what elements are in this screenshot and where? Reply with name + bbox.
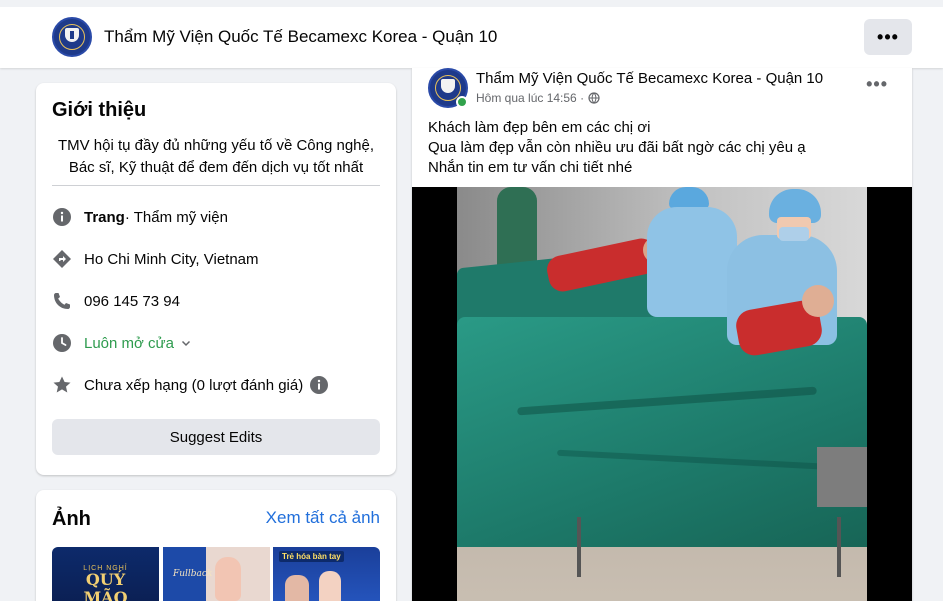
clock-icon [52, 333, 72, 353]
post-text-line: Nhắn tin em tư vấn chi tiết nhé [428, 159, 633, 176]
info-page-label: Trang [84, 208, 125, 226]
see-all-photos-link[interactable]: Xem tất cả ảnh [266, 508, 380, 528]
info-location-row: Ho Chi Minh City, Vietnam [52, 249, 259, 269]
intro-divider [52, 185, 380, 186]
photos-title: Ảnh [52, 508, 91, 530]
post-meta: Hôm qua lúc 14:56 · [476, 91, 600, 105]
photo-thumb-caption: Trẻ hóa bàn tay [279, 551, 344, 562]
hand-image [215, 557, 241, 601]
post-card: Thẩm Mỹ Viện Quốc Tế Becamexc Korea - Qu… [412, 68, 912, 601]
photo-thumb-heading-line2: MÃO [83, 588, 128, 601]
intro-bio-line2: Bác sĩ, Kỹ thuật để đem đến dịch vụ tốt … [68, 159, 364, 176]
post-text-line: Khách làm đẹp bên em các chị ơi [428, 119, 651, 136]
info-location[interactable]: Ho Chi Minh City, Vietnam [84, 251, 259, 268]
post-video[interactable] [412, 187, 912, 601]
page-header: Thẩm Mỹ Viện Quốc Tế Becamexc Korea - Qu… [0, 0, 943, 68]
star-icon [52, 375, 72, 395]
info-phone-row: 096 145 73 94 [52, 291, 180, 311]
page-logo-icon[interactable] [52, 17, 92, 57]
directions-icon [52, 249, 72, 269]
info-phone[interactable]: 096 145 73 94 [84, 293, 180, 310]
video-frame [457, 187, 867, 601]
intro-card: Giới thiệu TMV hội tụ đầy đủ những yếu t… [36, 83, 396, 475]
intro-title: Giới thiệu [52, 99, 147, 121]
post-more-button[interactable]: ••• [866, 74, 888, 95]
suggest-edits-button[interactable]: Suggest Edits [52, 419, 380, 455]
header-more-button[interactable]: ••• [864, 19, 912, 55]
page-title[interactable]: Thẩm Mỹ Viện Quốc Tế Becamexc Korea - Qu… [104, 27, 497, 47]
info-hours[interactable]: Luôn mở cửa [84, 335, 174, 352]
intro-bio-line1: TMV hội tụ đầy đủ những yếu tố về Công n… [57, 137, 375, 154]
chevron-down-icon[interactable] [180, 337, 192, 349]
photo-thumb[interactable]: Trẻ hóa bàn tay [273, 547, 380, 601]
phone-icon [52, 291, 72, 311]
info-category-row: Trang · Thẩm mỹ viện [52, 207, 228, 227]
rating-info-icon[interactable] [309, 375, 329, 395]
info-rating: Chưa xếp hạng (0 lượt đánh giá) [84, 376, 304, 394]
photo-thumb-heading: QUÝ MÃO [52, 571, 159, 601]
photos-card: Ảnh Xem tất cả ảnh LỊCH NGHỈ QUÝ MÃO Ful… [36, 490, 396, 601]
info-icon [52, 207, 72, 227]
intro-bio: TMV hội tụ đầy đủ những yếu tố về Công n… [52, 135, 380, 179]
photo-thumb[interactable]: Fullback [163, 547, 270, 601]
post-author[interactable]: Thẩm Mỹ Viện Quốc Tế Becamexc Korea - Qu… [476, 70, 823, 87]
hand-image [319, 571, 341, 601]
online-status-dot [456, 96, 468, 108]
photo-thumb-heading-line1: QUÝ [85, 570, 126, 589]
photo-thumb-caption: Fullback [173, 569, 213, 579]
hand-image [285, 575, 309, 601]
photo-thumb[interactable]: LỊCH NGHỈ QUÝ MÃO [52, 547, 159, 601]
post-text: Khách làm đẹp bên em các chị ơi Qua làm … [428, 118, 806, 178]
post-text-line: Qua làm đẹp vẫn còn nhiều ưu đãi bất ngờ… [428, 139, 806, 156]
info-rating-row: Chưa xếp hạng (0 lượt đánh giá) [52, 375, 329, 395]
post-timestamp[interactable]: Hôm qua lúc 14:56 · [476, 91, 584, 105]
info-hours-row[interactable]: Luôn mở cửa [52, 333, 192, 353]
info-category[interactable]: · Thẩm mỹ viện [125, 209, 228, 226]
globe-icon [588, 92, 600, 104]
